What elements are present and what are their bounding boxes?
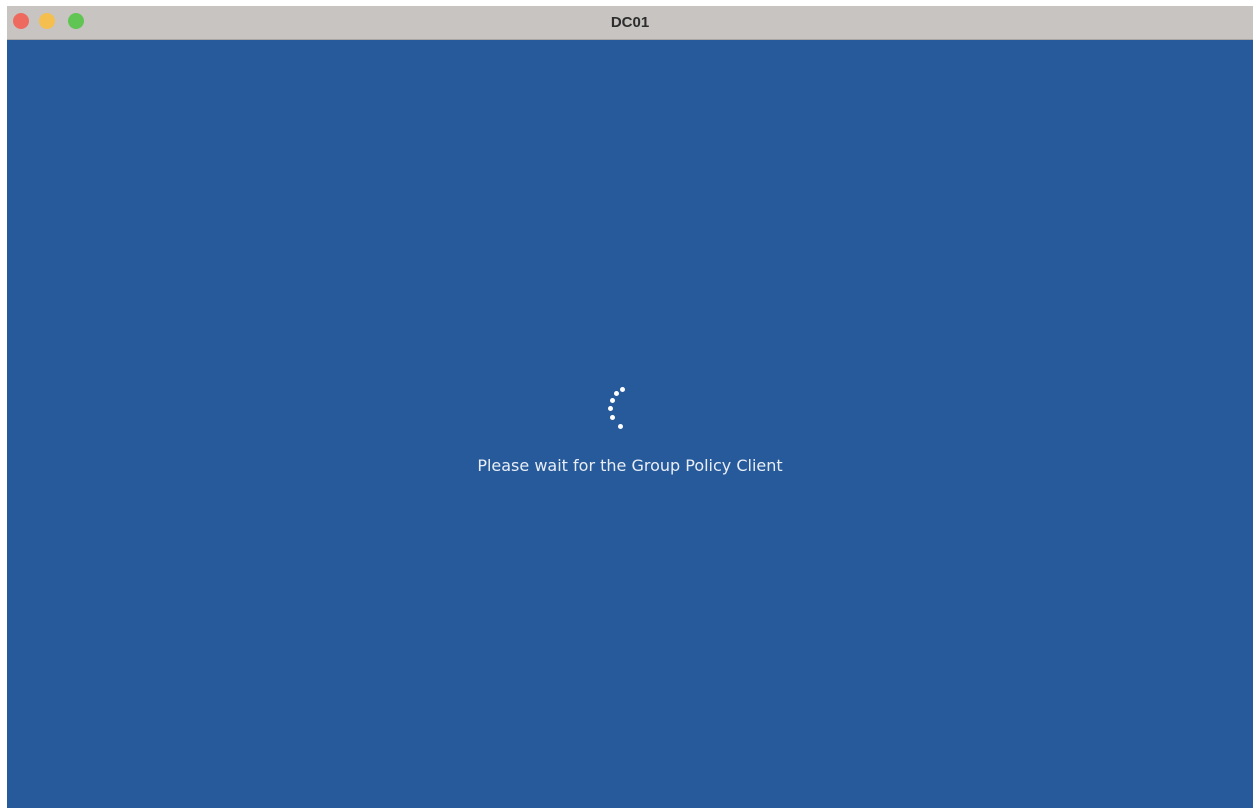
spinner-dot (614, 391, 619, 396)
status-message: Please wait for the Group Policy Client (477, 456, 783, 475)
spinner-dot (620, 387, 625, 392)
remote-screen[interactable]: Please wait for the Group Policy Client (7, 40, 1253, 808)
window-titlebar[interactable]: DC01 (7, 6, 1253, 40)
spinner-dot (610, 415, 615, 420)
spinner-dot (618, 424, 623, 429)
spinner-dot (608, 406, 613, 411)
spinner-dot (610, 398, 615, 403)
loading-spinner-icon (595, 385, 625, 437)
remote-desktop-window: DC01 Please wait for the Group Policy Cl… (7, 6, 1253, 808)
window-title: DC01 (610, 14, 650, 31)
